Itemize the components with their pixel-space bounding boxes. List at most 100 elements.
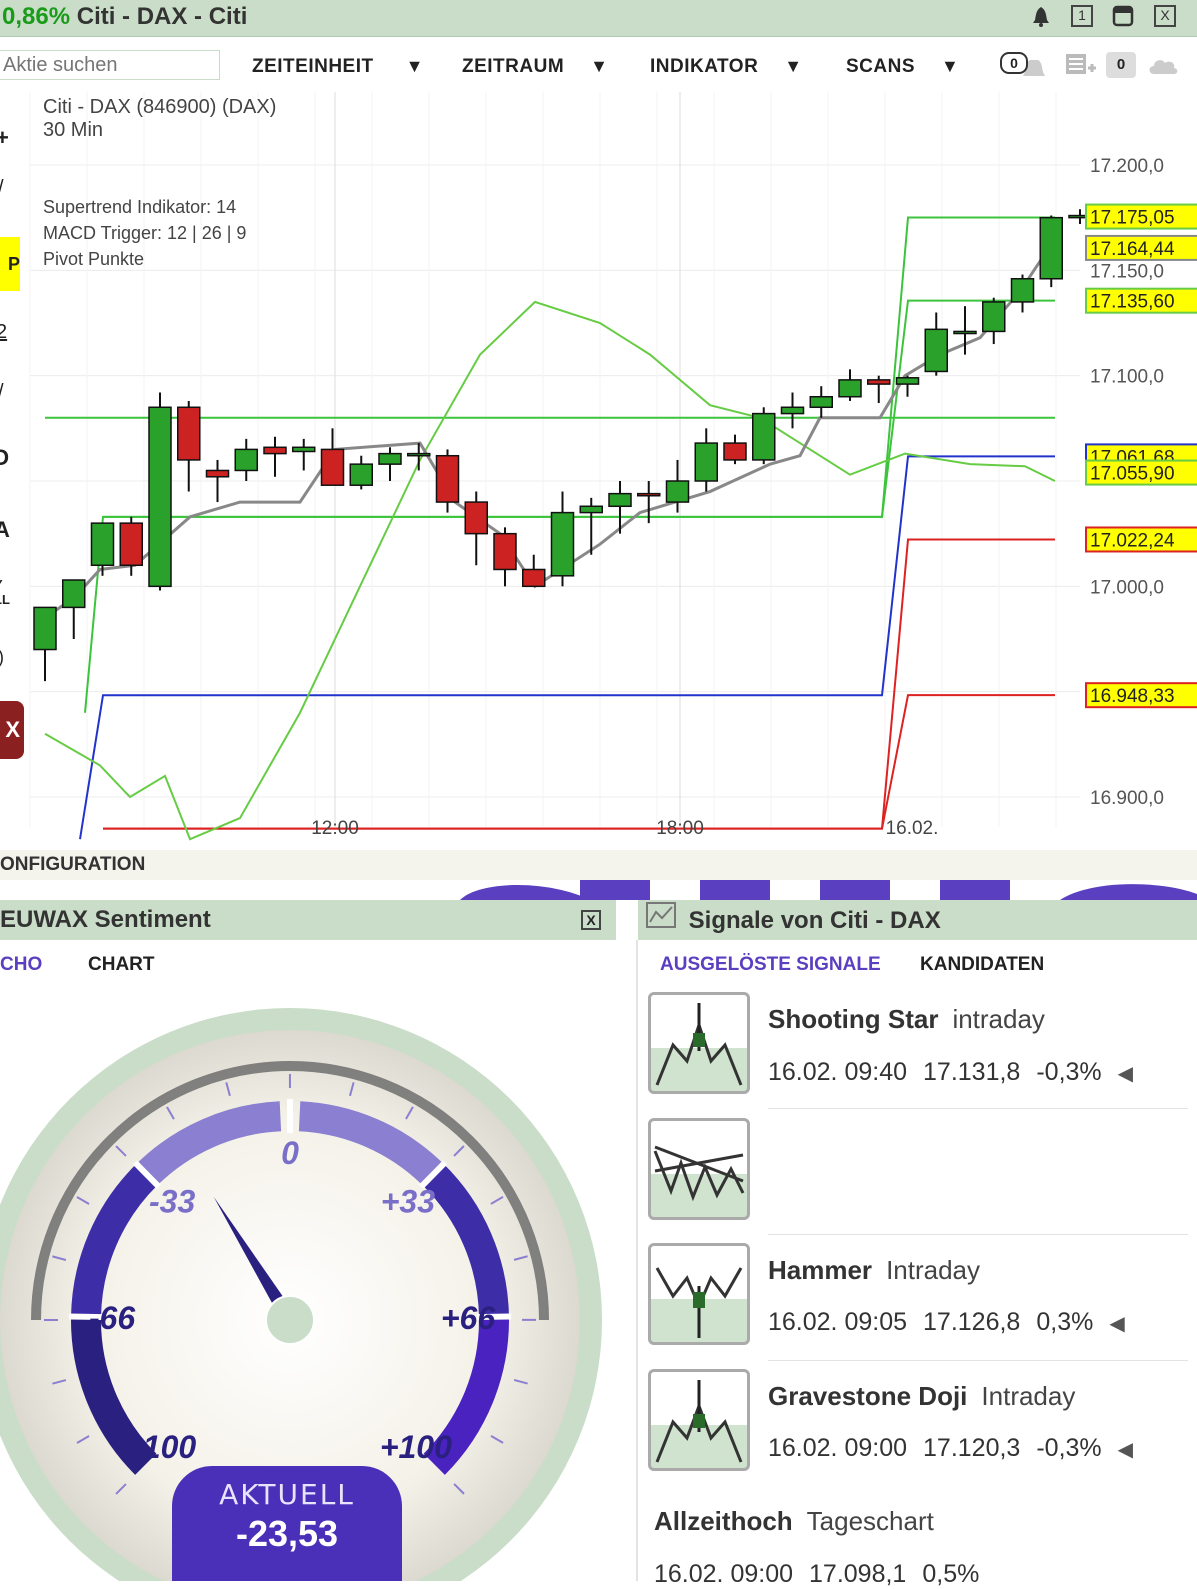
time-tick-label: 12:00 [311, 818, 359, 839]
close-icon[interactable]: X [1154, 5, 1176, 27]
alert-icon[interactable]: 0 [1000, 50, 1050, 80]
candle-body [609, 494, 631, 507]
search-input[interactable] [0, 50, 220, 80]
gauge-label: +66 [441, 1300, 495, 1336]
menu-zeiteinheit[interactable]: ZEITEINHEIT▼ [252, 56, 424, 78]
eye-tool-icon[interactable]: () [0, 647, 4, 668]
tab-echo[interactable]: CHO [0, 954, 42, 976]
trend-tool-icon[interactable]: / [0, 381, 4, 404]
gravestone-doji-pattern-icon[interactable] [648, 1369, 750, 1471]
close-icon[interactable]: X [581, 910, 601, 930]
signal-price: 17.126,8 [923, 1308, 1020, 1336]
candle-body [408, 454, 430, 456]
crosshair-tool-icon[interactable]: + [0, 125, 9, 151]
signal-type: Intraday [886, 1255, 980, 1285]
gauge-label: -33 [149, 1183, 195, 1219]
menu-label: ZEITEINHEIT [252, 56, 374, 77]
indicator-legend-supertrend[interactable]: Supertrend Indikator: 14 [43, 197, 236, 218]
price-tick-label: 17.200,0 [1090, 156, 1164, 177]
signal-type: Intraday [981, 1381, 1075, 1411]
bell-icon[interactable] [1030, 5, 1052, 27]
signal-row[interactable]: Allzeithoch Tageschart [654, 1506, 934, 1537]
triangle-pattern-icon[interactable] [648, 1118, 750, 1220]
gauge-label: +33 [381, 1183, 435, 1219]
candle-body [1040, 218, 1062, 279]
tab-ausgeloeste-signale[interactable]: AUSGELÖSTE SIGNALE [660, 954, 881, 976]
signal-data: 16.02. 09:0017.120,3-0,3%◀ [768, 1434, 1149, 1463]
pivot-tool-icon[interactable]: P [0, 237, 20, 291]
candle-body [1012, 279, 1034, 302]
candles [34, 209, 1091, 681]
buy-tool-icon[interactable]: Y [0, 577, 3, 592]
signal-date: 16.02. 09:40 [768, 1058, 907, 1086]
price-tick-label: 17.100,0 [1090, 367, 1164, 388]
sell-tool-icon[interactable]: LL [0, 592, 10, 607]
signal-row[interactable]: Shooting Starintraday [768, 1004, 1045, 1035]
window-title: 0,86% Citi - DAX - Citi [2, 3, 247, 31]
circle-tool-icon[interactable]: O [0, 445, 9, 471]
delete-tool-icon[interactable]: X [0, 701, 24, 759]
configuration-bar[interactable]: ONFIGURATION [0, 850, 1197, 880]
speaker-icon[interactable]: ◀ [1118, 1063, 1133, 1085]
candle-body [782, 407, 804, 413]
tab-chart[interactable]: CHART [88, 954, 155, 976]
divider [768, 1360, 1188, 1361]
price-tick-label: 17.000,0 [1090, 577, 1164, 598]
shooting-star-pattern-icon[interactable] [648, 992, 750, 1094]
candle-body [264, 447, 286, 453]
speaker-icon[interactable]: ◀ [1109, 1313, 1124, 1335]
watch-count-badge[interactable]: 0 [1106, 52, 1136, 78]
signal-type: Tageschart [807, 1506, 934, 1536]
time-tick-label: 18:00 [656, 818, 704, 839]
line-tool-icon[interactable]: / [0, 177, 4, 200]
candle-body [552, 513, 574, 576]
candle-body [149, 407, 171, 586]
fibonacci-tool-icon[interactable]: 2 [0, 321, 7, 344]
gauge-label: +100 [380, 1429, 452, 1465]
gauge-hub [266, 1296, 314, 1344]
sentiment-header: EUWAX Sentiment [0, 900, 616, 940]
divider [768, 1234, 1188, 1235]
tab-kandidaten[interactable]: KANDIDATEN [920, 954, 1044, 976]
gauge-label: 0 [281, 1135, 299, 1171]
candle-body [207, 470, 229, 476]
menu-indikator[interactable]: INDIKATOR▼ [650, 56, 803, 78]
signal-chart-icon [646, 901, 676, 941]
menu-scans[interactable]: SCANS▼ [846, 56, 959, 78]
price-tick-label: 16.900,0 [1090, 788, 1164, 809]
maximize-icon[interactable] [1112, 5, 1134, 27]
signal-row[interactable]: Gravestone Doji Intraday [768, 1381, 1075, 1412]
menu-zeitraum[interactable]: ZEITRAUM▼ [462, 56, 608, 78]
menu-label: INDIKATOR [650, 56, 758, 77]
indicator-legend-pivot[interactable]: Pivot Punkte [43, 249, 144, 270]
signal-name: Gravestone Doji [768, 1381, 967, 1411]
add-watchlist-icon[interactable] [1064, 50, 1098, 80]
pivot-line [103, 301, 1055, 517]
signals-header: Signale von Citi - DAX [638, 900, 1197, 940]
signal-row[interactable]: HammerIntraday [768, 1255, 980, 1286]
pivot-line [103, 539, 1055, 828]
window-counter-icon[interactable]: 1 [1071, 5, 1093, 27]
signal-name: Allzeithoch [654, 1506, 793, 1536]
candle-body [983, 302, 1005, 331]
price-tag-label: 17.175,05 [1090, 208, 1175, 229]
signal-data: 16.02. 09:4017.131,8-0,3%◀ [768, 1058, 1149, 1087]
indicator-lines [45, 239, 1055, 839]
text-tool-icon[interactable]: A [0, 517, 10, 543]
hammer-pattern-icon[interactable] [648, 1243, 750, 1345]
speaker-icon[interactable]: ◀ [1118, 1439, 1133, 1461]
candle-body [379, 454, 401, 465]
chart-symbol: Citi - DAX (846900) (DAX) [43, 96, 276, 119]
signal-price: 17.131,8 [923, 1058, 1020, 1086]
candle-body [667, 481, 689, 502]
current-value-label: AKTUELL [172, 1478, 402, 1511]
indicator-legend-macd[interactable]: MACD Trigger: 12 | 26 | 9 [43, 223, 246, 244]
candle-body [954, 331, 976, 333]
candle-body [34, 607, 56, 649]
candle-body [695, 443, 717, 481]
candle-body [494, 534, 516, 570]
cloud-icon[interactable] [1146, 52, 1180, 80]
pivot-line [85, 218, 1055, 713]
candle-body [293, 447, 315, 451]
price-tag-label: 17.164,44 [1090, 239, 1175, 260]
